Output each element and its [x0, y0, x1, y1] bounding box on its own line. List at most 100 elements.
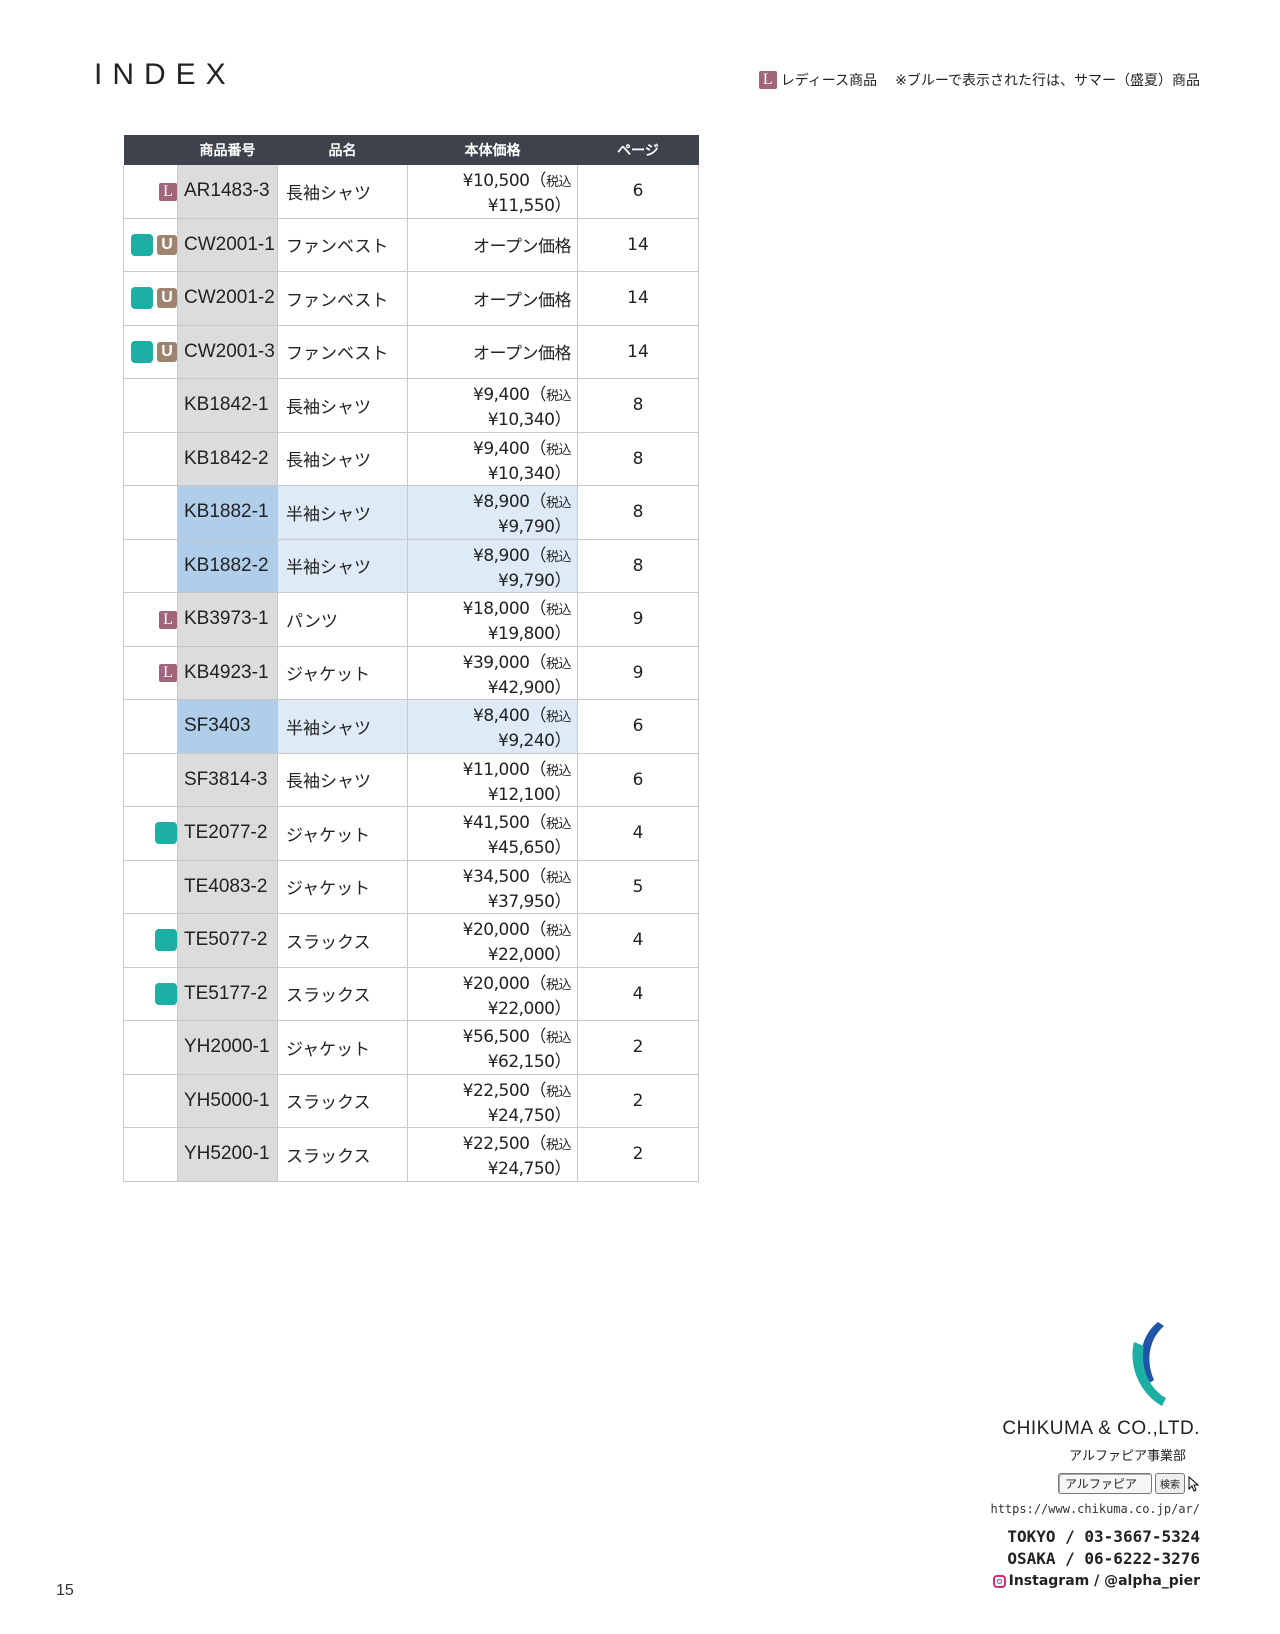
product-name: 半袖シャツ — [277, 539, 408, 593]
base-price: ¥11,000 — [462, 759, 530, 780]
row-badges — [123, 432, 178, 486]
instagram-link[interactable]: Instagram / @alpha_pier — [992, 1573, 1200, 1589]
base-price: オープン価格 — [473, 290, 571, 311]
row-badges — [123, 1127, 178, 1182]
product-name: パンツ — [277, 592, 408, 647]
product-price: ¥39,000（税込 ¥42,900） — [407, 646, 578, 700]
tax-label: 税込 — [545, 656, 572, 672]
table-row: YH2000-1 ジャケット ¥56,500（税込 ¥62,150） 2 — [123, 1020, 699, 1075]
product-code: TE5177-2 — [177, 967, 278, 1021]
paren-open: （ — [529, 385, 546, 406]
page-ref: 5 — [577, 860, 699, 914]
base-price: ¥9,400 — [473, 438, 530, 459]
product-name: 半袖シャツ — [277, 485, 408, 540]
table-row: SF3814-3 長袖シャツ ¥11,000（税込 ¥12,100） 6 — [123, 753, 699, 807]
header-badges — [123, 135, 178, 165]
base-price: ¥20,000 — [462, 920, 530, 941]
tax-price: ¥10,340 — [487, 410, 555, 431]
tax-label: 税込 — [545, 817, 572, 833]
product-code: AR1483-3 — [177, 165, 278, 219]
paren-open: （ — [529, 1134, 546, 1155]
paren-open: （ — [529, 652, 546, 673]
tax-price: ¥24,750 — [487, 1105, 555, 1126]
company-name: CHIKUMA & CO.,LTD. — [1002, 1418, 1200, 1439]
row-badges — [123, 860, 178, 914]
ladies-badge-icon: L — [758, 71, 777, 89]
page-ref: 8 — [577, 432, 699, 486]
product-code: YH5000-1 — [177, 1074, 278, 1128]
product-name: ジャケット — [277, 1020, 408, 1075]
paren-open: （ — [529, 813, 546, 834]
instagram-handle: Instagram / @alpha_pier — [1008, 1573, 1200, 1589]
page-ref: 14 — [577, 325, 699, 379]
paren-close: ） — [554, 998, 572, 1019]
base-price: ¥8,900 — [473, 545, 530, 566]
tax-price: ¥24,750 — [487, 1159, 555, 1180]
paren-open: （ — [529, 1027, 546, 1048]
table-row: TE5077-2 スラックス ¥20,000（税込 ¥22,000） 4 — [123, 913, 699, 968]
base-price: オープン価格 — [473, 344, 571, 365]
table-row: L AR1483-3 長袖シャツ ¥10,500（税込 ¥11,550） 6 — [123, 165, 699, 219]
product-price: ¥8,900（税込 ¥9,790） — [407, 539, 578, 593]
table-header-row: 商品番号 品名 本体価格 ページ — [123, 135, 699, 165]
row-badges: L — [123, 165, 178, 219]
table-row: KB1882-2 半袖シャツ ¥8,900（税込 ¥9,790） 8 — [123, 539, 699, 593]
row-badges: U — [123, 271, 178, 326]
page-ref: 2 — [577, 1074, 699, 1128]
page-ref: 2 — [577, 1020, 699, 1075]
paren-close: ） — [554, 1159, 572, 1180]
tax-price: ¥9,790 — [498, 517, 555, 538]
base-price: ¥8,400 — [473, 706, 530, 727]
base-price: ¥41,500 — [462, 813, 530, 834]
search-button[interactable]: 検索 — [1155, 1473, 1185, 1494]
product-name: 長袖シャツ — [277, 432, 408, 486]
product-name: ジャケット — [277, 806, 408, 861]
base-price: ¥9,400 — [473, 385, 530, 406]
tax-label: 税込 — [545, 1084, 572, 1100]
teal-square-icon — [131, 340, 153, 363]
product-code: KB1882-1 — [177, 485, 278, 540]
page-ref: 14 — [577, 271, 699, 326]
table-row: TE4083-2 ジャケット ¥34,500（税込 ¥37,950） 5 — [123, 860, 699, 914]
product-code: KB1882-2 — [177, 539, 278, 593]
row-badges — [123, 913, 178, 968]
teal-square-icon — [155, 982, 177, 1005]
row-badges — [123, 753, 178, 807]
tax-label: 税込 — [545, 977, 572, 993]
page-ref: 14 — [577, 218, 699, 272]
cursor-icon — [1188, 1475, 1200, 1492]
table-row: YH5200-1 スラックス ¥22,500（税込 ¥24,750） 2 — [123, 1127, 699, 1182]
search-input[interactable]: アルファピア — [1058, 1473, 1152, 1494]
product-name: ジャケット — [277, 860, 408, 914]
product-code: CW2001-3 — [177, 325, 278, 379]
product-price: ¥10,500（税込 ¥11,550） — [407, 165, 578, 219]
paren-open: （ — [529, 706, 546, 727]
table-row: KB1882-1 半袖シャツ ¥8,900（税込 ¥9,790） 8 — [123, 485, 699, 540]
tax-label: 税込 — [545, 603, 572, 619]
product-price: ¥20,000（税込 ¥22,000） — [407, 913, 578, 968]
product-price: ¥41,500（税込 ¥45,650） — [407, 806, 578, 861]
tax-price: ¥62,150 — [487, 1052, 555, 1073]
paren-close: ） — [554, 1052, 572, 1073]
base-price: オープン価格 — [473, 237, 571, 258]
header-page: ページ — [577, 135, 699, 165]
page-ref: 4 — [577, 806, 699, 861]
product-code: TE4083-2 — [177, 860, 278, 914]
teal-square-icon — [131, 287, 153, 310]
paren-close: ） — [554, 624, 572, 645]
ladies-badge-icon: L — [159, 610, 177, 629]
tokyo-phone: TOKYO / 03-3667-5324 — [1007, 1527, 1200, 1546]
paren-close: ） — [554, 1105, 572, 1126]
paren-open: （ — [529, 1080, 546, 1101]
page-ref: 9 — [577, 646, 699, 700]
row-badges — [123, 1074, 178, 1128]
base-price: ¥18,000 — [462, 599, 530, 620]
tax-label: 税込 — [545, 763, 572, 779]
base-price: ¥22,500 — [462, 1134, 530, 1155]
base-price: ¥22,500 — [462, 1080, 530, 1101]
product-price: ¥9,400（税込 ¥10,340） — [407, 432, 578, 486]
paren-close: ） — [554, 463, 572, 484]
product-name: スラックス — [277, 1127, 408, 1182]
website-url[interactable]: https://www.chikuma.co.jp/ar/ — [990, 1502, 1200, 1516]
page-number: 15 — [56, 1582, 74, 1599]
